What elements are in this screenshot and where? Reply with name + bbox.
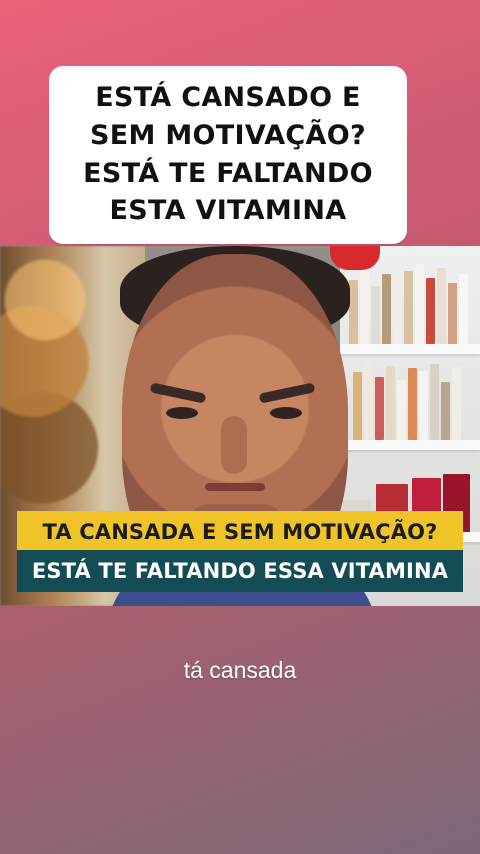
shelf: [340, 440, 480, 450]
title-line-3: ESTÁ TE FALTANDO: [83, 157, 373, 189]
book: [452, 367, 461, 440]
book: [371, 286, 380, 344]
book: [397, 380, 406, 440]
book: [353, 372, 362, 440]
shelf: [340, 344, 480, 354]
book: [382, 274, 391, 344]
mouth: [205, 483, 265, 491]
book: [448, 283, 457, 344]
book: [415, 264, 424, 344]
video-caption-secondary: ESTÁ TE FALTANDO ESSA VITAMINA: [17, 550, 463, 592]
book: [437, 268, 446, 344]
right-eye: [270, 407, 302, 419]
book: [426, 278, 435, 344]
book: [360, 268, 369, 344]
left-eye: [166, 407, 198, 419]
title-card: ESTÁ CANSADO E SEM MOTIVAÇÃO? ESTÁ TE FA…: [49, 66, 407, 244]
title-line-2: SEM MOTIVAÇÃO?: [90, 119, 366, 151]
book: [408, 368, 417, 440]
title-line-4: ESTA VITAMINA: [109, 195, 347, 227]
book: [419, 371, 428, 440]
book: [364, 362, 373, 440]
red-lamp: [330, 246, 380, 270]
video-caption-primary: TA CANSADA E SEM MOTIVAÇÃO?: [17, 511, 463, 553]
book: [404, 271, 413, 344]
book-row-middle: [340, 360, 480, 440]
book-row-top: [340, 264, 480, 344]
title-line-1: ESTÁ CANSADO E: [95, 82, 361, 114]
book: [430, 364, 439, 440]
book: [375, 377, 384, 440]
book: [441, 382, 450, 440]
book: [386, 366, 395, 440]
title-lines: ESTÁ CANSADO E SEM MOTIVAÇÃO? ESTÁ TE FA…: [49, 66, 407, 244]
nose: [221, 416, 247, 474]
subtitle-text: tá cansada: [183, 657, 297, 683]
book: [459, 274, 468, 344]
book: [393, 282, 402, 344]
book: [349, 280, 358, 344]
